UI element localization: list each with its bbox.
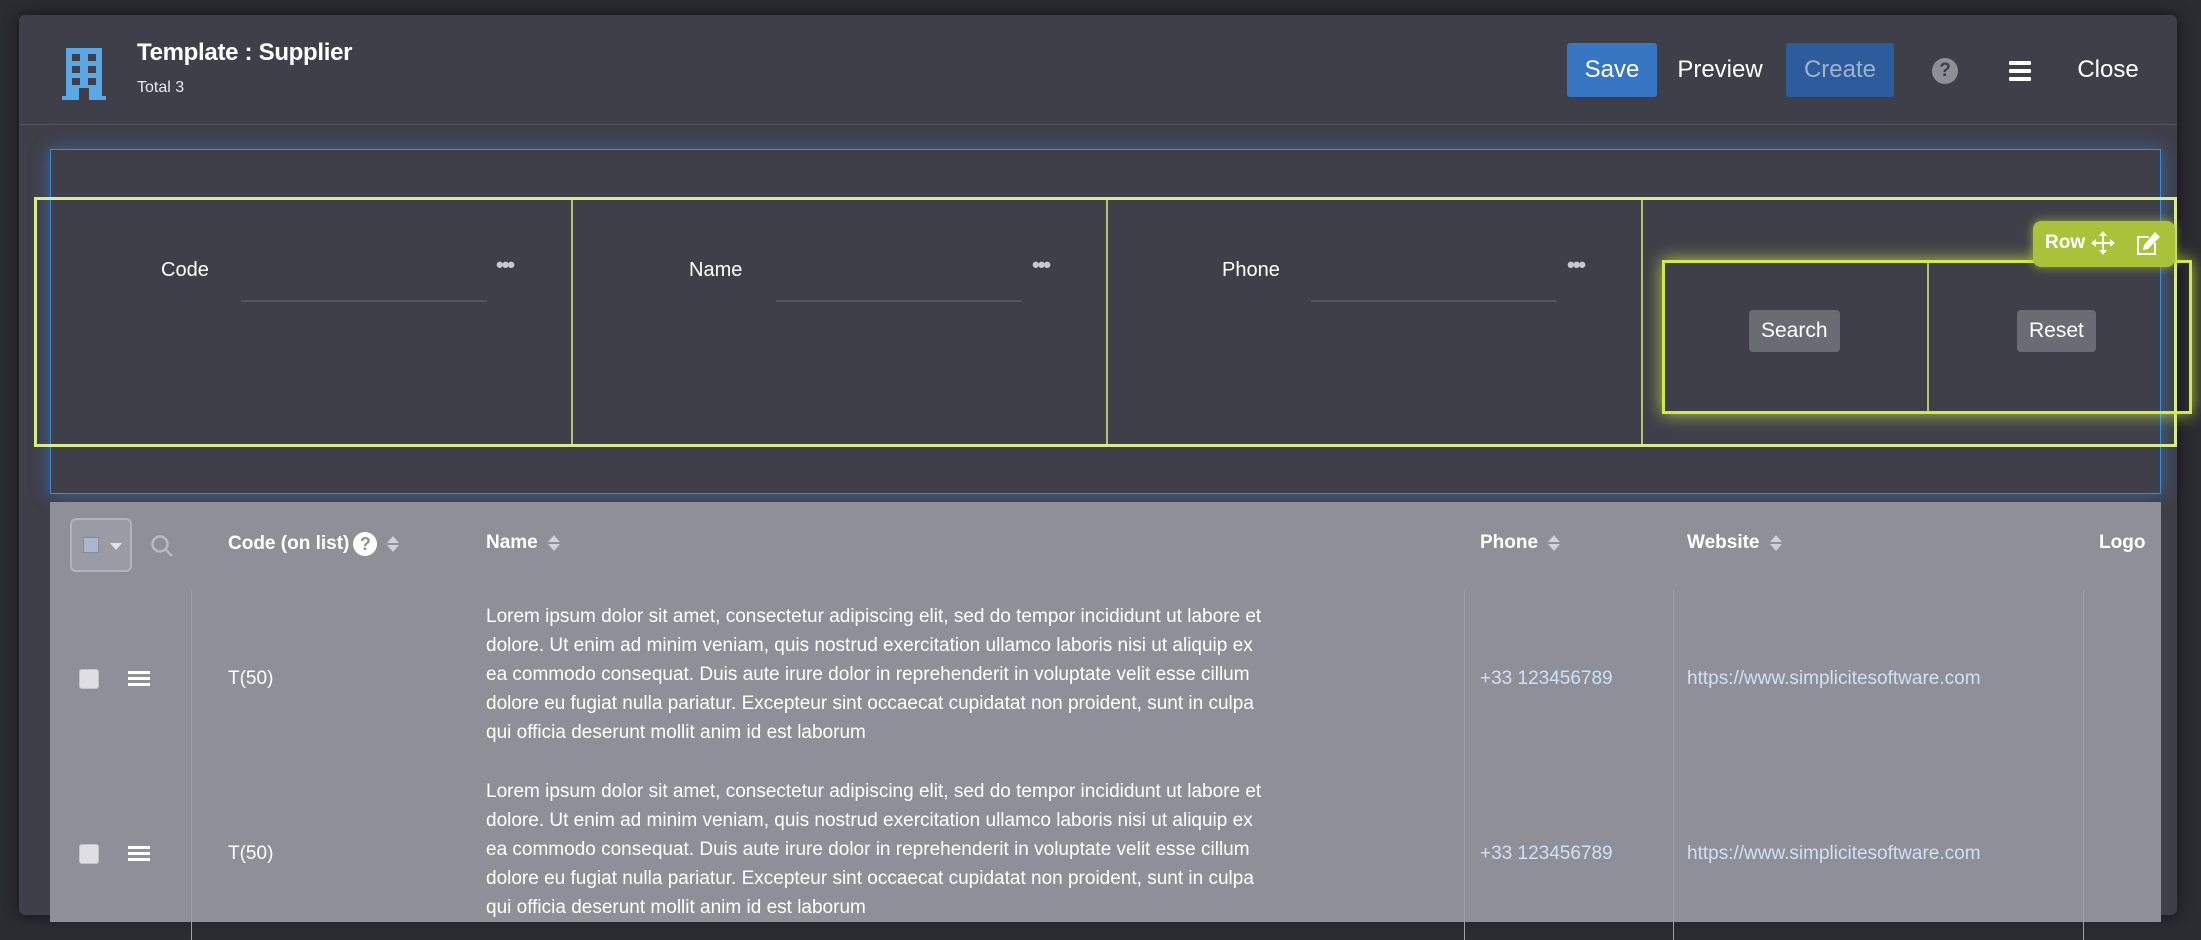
column-header-logo: Logo bbox=[2099, 532, 2145, 554]
chevron-down-icon bbox=[110, 543, 122, 550]
cell-phone[interactable]: +33 123456789 bbox=[1480, 843, 1613, 865]
modal-header: Template : Supplier Total 3 Save Preview… bbox=[19, 15, 2177, 125]
sort-icon[interactable] bbox=[548, 535, 558, 551]
column-label: Phone bbox=[1480, 532, 1539, 553]
question-icon: ? bbox=[1932, 57, 1958, 84]
column-label: Logo bbox=[2099, 532, 2146, 553]
sort-icon[interactable] bbox=[387, 536, 397, 552]
row-checkbox[interactable] bbox=[79, 844, 99, 864]
phone-input[interactable] bbox=[1311, 300, 1557, 302]
cell-code: T(50) bbox=[228, 668, 274, 689]
save-button[interactable]: Save bbox=[1567, 43, 1657, 97]
table-header: Code (on list)? Name Phone Website Logo bbox=[50, 502, 2161, 590]
search-field-phone: Phone ••• bbox=[1108, 200, 1643, 444]
column-header-website[interactable]: Website bbox=[1687, 532, 1780, 554]
column-header-code[interactable]: Code (on list)? bbox=[228, 532, 397, 556]
column-header-phone[interactable]: Phone bbox=[1480, 532, 1558, 554]
column-divider bbox=[1927, 263, 1929, 411]
table-row[interactable]: T(50) Lorem ipsum dolor sit amet, consec… bbox=[50, 590, 2161, 765]
help-icon[interactable]: ? bbox=[353, 532, 378, 556]
hamburger-icon bbox=[2009, 57, 2031, 85]
more-icon[interactable]: ••• bbox=[496, 252, 515, 278]
row-menu-icon[interactable] bbox=[128, 843, 150, 864]
search-field-name: Name ••• bbox=[573, 200, 1108, 444]
record-count: Total 3 bbox=[137, 79, 185, 96]
sort-icon[interactable] bbox=[1548, 535, 1558, 551]
column-header-name[interactable]: Name bbox=[486, 532, 558, 554]
select-all-dropdown[interactable] bbox=[70, 518, 132, 572]
cell-name: Lorem ipsum dolor sit amet, consectetur … bbox=[486, 781, 1262, 918]
row-tag-label: Row bbox=[2045, 232, 2086, 253]
menu-button[interactable] bbox=[1994, 43, 2046, 97]
sort-icon[interactable] bbox=[1770, 535, 1780, 551]
cell-website[interactable]: https://www.simplicitesoftware.com bbox=[1687, 843, 1981, 865]
field-label-code: Code bbox=[161, 259, 209, 281]
row-toolbar: Row bbox=[2033, 221, 2175, 267]
cell-website[interactable]: https://www.simplicitesoftware.com bbox=[1687, 668, 1981, 690]
help-button[interactable]: ? bbox=[1919, 43, 1971, 97]
results-table: Code (on list)? Name Phone Website Logo … bbox=[50, 502, 2161, 940]
edit-icon[interactable] bbox=[2134, 230, 2162, 258]
select-all-checkbox[interactable] bbox=[83, 537, 99, 553]
building-icon bbox=[62, 48, 106, 100]
page-title: Template : Supplier bbox=[137, 39, 353, 66]
column-label: Code (on list) bbox=[228, 533, 350, 555]
column-label: Website bbox=[1687, 532, 1760, 553]
reset-button[interactable]: Reset bbox=[2017, 310, 2096, 352]
create-button[interactable]: Create bbox=[1786, 43, 1894, 97]
code-input[interactable] bbox=[241, 300, 487, 302]
table-row[interactable]: T(50) Lorem ipsum dolor sit amet, consec… bbox=[50, 765, 2161, 940]
search-actions-row[interactable]: Search Reset bbox=[1662, 260, 2192, 414]
cell-code: T(50) bbox=[228, 843, 274, 864]
row-menu-icon[interactable] bbox=[128, 668, 150, 689]
field-label-name: Name bbox=[689, 259, 743, 281]
field-label-phone: Phone bbox=[1222, 259, 1280, 281]
cell-name: Lorem ipsum dolor sit amet, consectetur … bbox=[486, 606, 1262, 743]
move-icon[interactable] bbox=[2090, 230, 2116, 256]
column-label: Name bbox=[486, 532, 538, 553]
more-icon[interactable]: ••• bbox=[1567, 252, 1586, 278]
search-field-code: Code ••• bbox=[37, 200, 573, 444]
preview-button[interactable]: Preview bbox=[1671, 43, 1769, 97]
row-checkbox[interactable] bbox=[79, 669, 99, 689]
name-input[interactable] bbox=[776, 300, 1022, 302]
cell-phone[interactable]: +33 123456789 bbox=[1480, 668, 1613, 690]
close-button[interactable]: Close bbox=[2065, 43, 2151, 97]
search-button[interactable]: Search bbox=[1749, 310, 1840, 352]
search-icon[interactable] bbox=[149, 533, 175, 559]
more-icon[interactable]: ••• bbox=[1032, 252, 1051, 278]
template-modal: Template : Supplier Total 3 Save Preview… bbox=[19, 15, 2192, 940]
